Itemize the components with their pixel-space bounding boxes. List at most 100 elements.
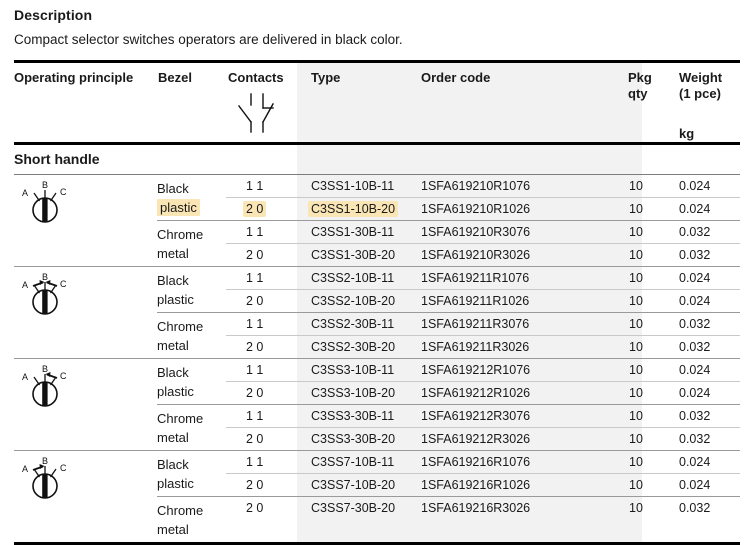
bezel-block: Chrome metal 1 1 C3SS2-30B-11 1SFA619211R307… — [157, 312, 740, 358]
cell-weight: 0.024 — [679, 455, 711, 469]
cell-order-code: 1SFA619212R3076 — [421, 409, 531, 423]
bezel-cell: Chrome metal — [157, 221, 226, 266]
contacts-no-nc-symbol — [235, 92, 283, 138]
cell-pkg-qty: 10 — [629, 501, 643, 515]
table-header-row: Operating principle Bezel Contacts Type … — [14, 63, 740, 145]
bezel-label-line: metal — [157, 338, 189, 353]
table-row: 1 1 C3SS1-30B-11 1SFA619210R3076 10 0.032 — [226, 221, 740, 243]
bezel-label-line: Chrome — [157, 503, 204, 518]
product-group: A B C Black plastic 1 1 C3SS3-10B-11 1SFA619212… — [14, 359, 740, 451]
cell-order-code: 1SFA619216R3026 — [421, 501, 531, 515]
cell-order-code: 1SFA619211R3026 — [421, 340, 530, 354]
cell-order-code: 1SFA619210R3076 — [421, 225, 531, 239]
cell-type: C3SS2-10B-11 — [311, 271, 395, 285]
cell-order-code: 1SFA619211R3076 — [421, 317, 530, 331]
cell-contacts: 2 0 — [246, 340, 264, 354]
cell-weight: 0.024 — [679, 478, 711, 492]
cell-order-code: 1SFA619210R1026 — [421, 202, 531, 216]
bezel-block: Chrome metal 1 1 C3SS1-30B-11 1SFA619210R307… — [157, 220, 740, 266]
cell-pkg-qty: 10 — [629, 363, 643, 377]
bezel-label-line: Chrome — [157, 319, 204, 334]
cell-weight: 0.032 — [679, 317, 711, 331]
cell-contacts: 1 1 — [246, 409, 264, 423]
cell-contacts: 1 1 — [246, 271, 264, 285]
cell-order-code: 1SFA619211R1076 — [421, 271, 530, 285]
product-group: A B C Black plastic 1 1 C3SS7-10B-11 1SFA619216… — [14, 451, 740, 542]
selector-switch-3pos-spring-return-left-icon: A B C — [14, 457, 157, 501]
cell-pkg-qty: 10 — [629, 248, 643, 262]
table-row: 2 0 C3SS7-10B-20 1SFA619216R1026 10 0.024 — [226, 473, 740, 496]
table-row: 1 1 C3SS3-10B-11 1SFA619212R1076 10 0.024 — [226, 359, 740, 381]
cell-contacts: 1 1 — [246, 363, 264, 377]
table-row: 2 0 C3SS2-30B-20 1SFA619211R3026 10 0.032 — [226, 335, 740, 358]
header-contacts: Contacts — [226, 70, 297, 133]
bezel-block: Black plastic 1 1 C3SS1-10B-11 1SFA619210R10… — [157, 175, 740, 220]
cell-weight: 0.024 — [679, 294, 711, 308]
table-row: 1 1 C3SS1-10B-11 1SFA619210R1076 10 0.024 — [226, 175, 740, 197]
cell-pkg-qty: 10 — [629, 225, 643, 239]
table-body: A B C Black plastic 1 1 C3SS1-10B-11 1SFA619210… — [14, 175, 740, 542]
cell-pkg-qty: 10 — [629, 386, 643, 400]
cell-type: C3SS3-10B-11 — [311, 363, 395, 377]
cell-contacts: 1 1 — [246, 455, 264, 469]
cell-type: C3SS1-10B-20 — [297, 201, 407, 217]
cell-contacts: 1 1 — [246, 179, 264, 193]
cell-pkg-qty: 10 — [629, 478, 643, 492]
cell-weight: 0.032 — [679, 225, 711, 239]
cell-pkg-qty: 10 — [629, 294, 643, 308]
cell-order-code: 1SFA619210R1076 — [421, 179, 531, 193]
datasheet-page: Description Compact selector switches op… — [0, 6, 754, 545]
cell-type: C3SS3-30B-20 — [311, 432, 396, 446]
table-row: 1 1 C3SS7-10B-11 1SFA619216R1076 10 0.024 — [226, 451, 740, 473]
bezel-label-line: metal — [157, 430, 189, 445]
bezel-block: Chrome metal 1 1 C3SS3-30B-11 1SFA619212R307… — [157, 404, 740, 450]
bezel-label-line: Chrome — [157, 411, 204, 426]
cell-contacts: 2 0 — [246, 294, 264, 308]
cell-pkg-qty: 10 — [629, 432, 643, 446]
cell-type: C3SS2-30B-20 — [311, 340, 396, 354]
svg-text:C: C — [60, 279, 67, 289]
cell-weight: 0.024 — [679, 202, 711, 216]
operating-principle-cell: A B C — [14, 359, 157, 450]
cell-type: C3SS3-10B-20 — [311, 386, 396, 400]
svg-text:C: C — [60, 371, 67, 381]
cell-weight: 0.024 — [679, 179, 711, 193]
cell-pkg-qty: 10 — [629, 202, 643, 216]
header-weight: Weight (1 pce) kg — [673, 70, 740, 142]
table-row: 2 0 C3SS1-10B-20 1SFA619210R1026 10 0.024 — [226, 197, 740, 220]
cell-type: C3SS7-10B-11 — [311, 455, 395, 469]
bezel-label-line: Black — [157, 365, 189, 380]
description-section: Description Compact selector switches op… — [14, 6, 740, 49]
highlight-marker: 2 0 — [243, 201, 267, 217]
header-weight-unit: kg — [679, 126, 695, 141]
cell-contacts: 2 0 — [246, 478, 264, 492]
cell-contacts: 2 0 — [246, 386, 264, 400]
bezel-cell: Chrome metal — [157, 405, 226, 450]
svg-text:A: A — [22, 372, 28, 382]
highlight-marker: plastic — [157, 199, 200, 216]
cell-contacts: 1 1 — [246, 225, 264, 239]
operating-principle-cell: A B C — [14, 267, 157, 358]
cell-order-code: 1SFA619212R1076 — [421, 363, 531, 377]
bezel-label-line: Black — [157, 457, 189, 472]
cell-contacts: 1 1 — [246, 317, 264, 331]
bezel-block: Black plastic 1 1 C3SS3-10B-11 1SFA619212R10… — [157, 359, 740, 404]
table-row: 1 1 C3SS2-30B-11 1SFA619211R3076 10 0.032 — [226, 313, 740, 335]
cell-order-code: 1SFA619212R1026 — [421, 386, 531, 400]
table-row: 2 0 C3SS2-10B-20 1SFA619211R1026 10 0.024 — [226, 289, 740, 312]
svg-text:A: A — [22, 188, 28, 198]
svg-text:B: B — [42, 273, 48, 282]
cell-order-code: 1SFA619212R3026 — [421, 432, 531, 446]
bezel-cell: Black plastic — [157, 267, 226, 312]
bezel-label-line: Black — [157, 273, 189, 288]
cell-weight: 0.024 — [679, 363, 711, 377]
product-group: A B C Black plastic 1 1 C3SS1-10B-11 1SFA619210… — [14, 175, 740, 267]
bezel-cell: Black plastic — [157, 451, 226, 496]
svg-text:B: B — [42, 457, 48, 466]
header-order-code: Order code — [421, 70, 491, 85]
bezel-block: Black plastic 1 1 C3SS7-10B-11 1SFA619216R10… — [157, 451, 740, 496]
cell-weight: 0.032 — [679, 501, 711, 515]
svg-text:C: C — [60, 187, 67, 197]
svg-text:A: A — [22, 464, 28, 474]
cell-order-code: 1SFA619211R1026 — [421, 294, 530, 308]
